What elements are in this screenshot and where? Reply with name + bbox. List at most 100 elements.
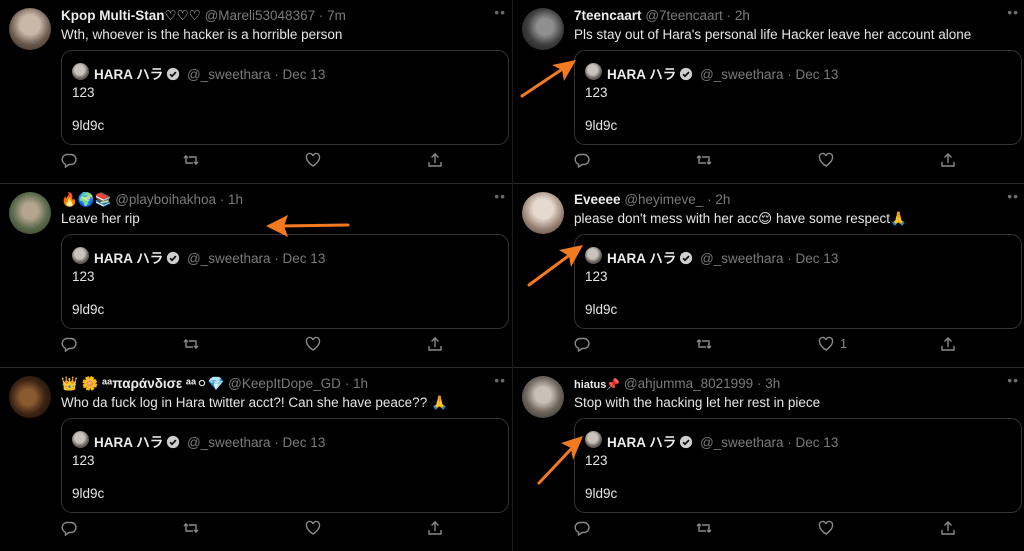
user-handle[interactable]: @playboihakhoa	[115, 192, 216, 207]
retweet-icon[interactable]	[696, 152, 714, 170]
more-options-icon[interactable]: ••	[1007, 188, 1019, 204]
quoted-avatar	[585, 247, 602, 264]
quoted-user-handle: @_sweethara	[187, 67, 271, 82]
verified-badge-icon	[167, 251, 180, 265]
avatar[interactable]	[522, 376, 564, 418]
like-icon[interactable]	[305, 336, 323, 354]
quoted-tweet[interactable]: HARA ハラ @_sweethara · Dec 13 123 9ld9c	[61, 234, 509, 329]
timestamp[interactable]: 3h	[765, 376, 780, 391]
quoted-text-line: 9ld9c	[585, 486, 618, 501]
quoted-user-name: HARA ハラ	[607, 67, 677, 82]
right-timeline-column: 7teencaart @7teencaart · 2h •• Pls stay …	[513, 0, 1024, 551]
retweet-icon[interactable]	[696, 520, 714, 538]
user-handle[interactable]: @ahjumma_8021999	[624, 376, 753, 391]
timestamp[interactable]: 1h	[353, 376, 368, 391]
user-handle[interactable]: @Mareli53048367	[205, 8, 316, 23]
reply-icon[interactable]	[574, 520, 592, 538]
quoted-tweet[interactable]: HARA ハラ @_sweethara · Dec 13 123 9ld9c	[574, 50, 1022, 145]
reply-icon[interactable]	[574, 152, 592, 170]
quoted-text-line: 123	[585, 453, 608, 468]
like-icon[interactable]	[818, 520, 836, 538]
like-icon[interactable]	[305, 152, 323, 170]
quoted-text-line: 123	[585, 85, 608, 100]
quoted-user-name: HARA ハラ	[607, 251, 677, 266]
avatar[interactable]	[522, 8, 564, 50]
more-options-icon[interactable]: ••	[1007, 372, 1019, 388]
reply-icon[interactable]	[574, 336, 592, 354]
user-name[interactable]: 🔥🌍📚	[61, 192, 111, 207]
more-options-icon[interactable]: ••	[494, 188, 506, 204]
user-name[interactable]: 👑 🌼 ᵃᵃπαράνδισε ᵃᵃ⚪💎	[61, 376, 224, 391]
quoted-user-handle: @_sweethara	[187, 435, 271, 450]
like-icon[interactable]	[305, 520, 323, 538]
tweet-header: 7teencaart @7teencaart · 2h	[574, 8, 750, 23]
quoted-avatar	[585, 431, 602, 448]
tweet-header: hiatus📌 @ahjumma_8021999 · 3h	[574, 376, 780, 391]
tweet-card[interactable]: 7teencaart @7teencaart · 2h •• Pls stay …	[513, 0, 1024, 184]
like-count: 1	[840, 337, 847, 351]
avatar[interactable]	[9, 192, 51, 234]
share-icon[interactable]	[427, 336, 445, 354]
orange-arrow-annotation	[527, 245, 583, 287]
tweet-header: Kpop Multi-Stan♡♡♡ @Mareli53048367 · 7m	[61, 8, 346, 24]
verified-badge-icon	[680, 67, 693, 81]
quoted-user-name: HARA ハラ	[94, 435, 164, 450]
retweet-icon[interactable]	[696, 336, 714, 354]
more-options-icon[interactable]: ••	[494, 4, 506, 20]
tweet-card[interactable]: Eveeee @heyimeve_ · 2h •• please don't m…	[513, 184, 1024, 368]
share-icon[interactable]	[940, 152, 958, 170]
share-icon[interactable]	[940, 336, 958, 354]
more-options-icon[interactable]: ••	[494, 372, 506, 388]
timestamp[interactable]: 1h	[228, 192, 243, 207]
user-name[interactable]: Eveeee	[574, 192, 621, 207]
avatar[interactable]	[522, 192, 564, 234]
tweet-card[interactable]: hiatus📌 @ahjumma_8021999 · 3h •• Stop wi…	[513, 368, 1024, 551]
quoted-text-line: 123	[72, 85, 95, 100]
reply-icon[interactable]	[61, 336, 79, 354]
retweet-icon[interactable]	[183, 152, 201, 170]
tweet-card[interactable]: 👑 🌼 ᵃᵃπαράνδισε ᵃᵃ⚪💎 @KeepItDope_GD · 1h…	[0, 368, 512, 551]
tweet-header: Eveeee @heyimeve_ · 2h	[574, 192, 730, 207]
timestamp[interactable]: 7m	[327, 8, 346, 23]
timestamp[interactable]: 2h	[715, 192, 730, 207]
user-handle[interactable]: @heyimeve_	[624, 192, 703, 207]
quoted-user-handle: @_sweethara	[700, 67, 784, 82]
like-icon[interactable]	[818, 152, 836, 170]
tweet-actions	[574, 520, 964, 538]
avatar[interactable]	[9, 376, 51, 418]
retweet-icon[interactable]	[183, 520, 201, 538]
share-icon[interactable]	[427, 520, 445, 538]
user-name[interactable]: hiatus📌	[574, 379, 620, 391]
user-name[interactable]: Kpop Multi-Stan♡♡♡	[61, 8, 201, 23]
quoted-tweet[interactable]: HARA ハラ @_sweethara · Dec 13 123 9ld9c	[574, 234, 1022, 329]
user-handle[interactable]: @KeepItDope_GD	[228, 376, 341, 391]
quoted-tweet[interactable]: HARA ハラ @_sweethara · Dec 13 123 9ld9c	[574, 418, 1022, 513]
user-handle[interactable]: @7teencaart	[645, 8, 723, 23]
quoted-text-line: 9ld9c	[585, 118, 618, 133]
like-icon[interactable]: 1	[818, 336, 847, 354]
more-options-icon[interactable]: ••	[1007, 4, 1019, 20]
quoted-header: HARA ハラ @_sweethara · Dec 13	[94, 431, 325, 451]
separator-dot: ·	[726, 8, 732, 23]
reply-icon[interactable]	[61, 152, 79, 170]
separator-dot: ·	[756, 376, 762, 391]
quoted-tweet[interactable]: HARA ハラ @_sweethara · Dec 13 123 9ld9c	[61, 418, 509, 513]
tweet-card[interactable]: Kpop Multi-Stan♡♡♡ @Mareli53048367 · 7m …	[0, 0, 512, 184]
quoted-header: HARA ハラ @_sweethara · Dec 13	[94, 63, 325, 83]
tweet-header: 🔥🌍📚 @playboihakhoa · 1h	[61, 192, 243, 208]
tweet-card[interactable]: 🔥🌍📚 @playboihakhoa · 1h •• Leave her rip…	[0, 184, 512, 368]
quoted-header: HARA ハラ @_sweethara · Dec 13	[94, 247, 325, 267]
avatar[interactable]	[9, 8, 51, 50]
share-icon[interactable]	[940, 520, 958, 538]
user-name[interactable]: 7teencaart	[574, 8, 642, 23]
reply-icon[interactable]	[61, 520, 79, 538]
quoted-user-name: HARA ハラ	[94, 251, 164, 266]
timestamp[interactable]: 2h	[735, 8, 750, 23]
quoted-date: Dec 13	[795, 251, 839, 266]
tweet-actions	[61, 152, 451, 170]
verified-badge-icon	[167, 67, 180, 81]
quoted-tweet[interactable]: HARA ハラ @_sweethara · Dec 13 123 9ld9c	[61, 50, 509, 145]
retweet-icon[interactable]	[183, 336, 201, 354]
tweet-text: Leave her rip	[61, 211, 140, 226]
share-icon[interactable]	[427, 152, 445, 170]
